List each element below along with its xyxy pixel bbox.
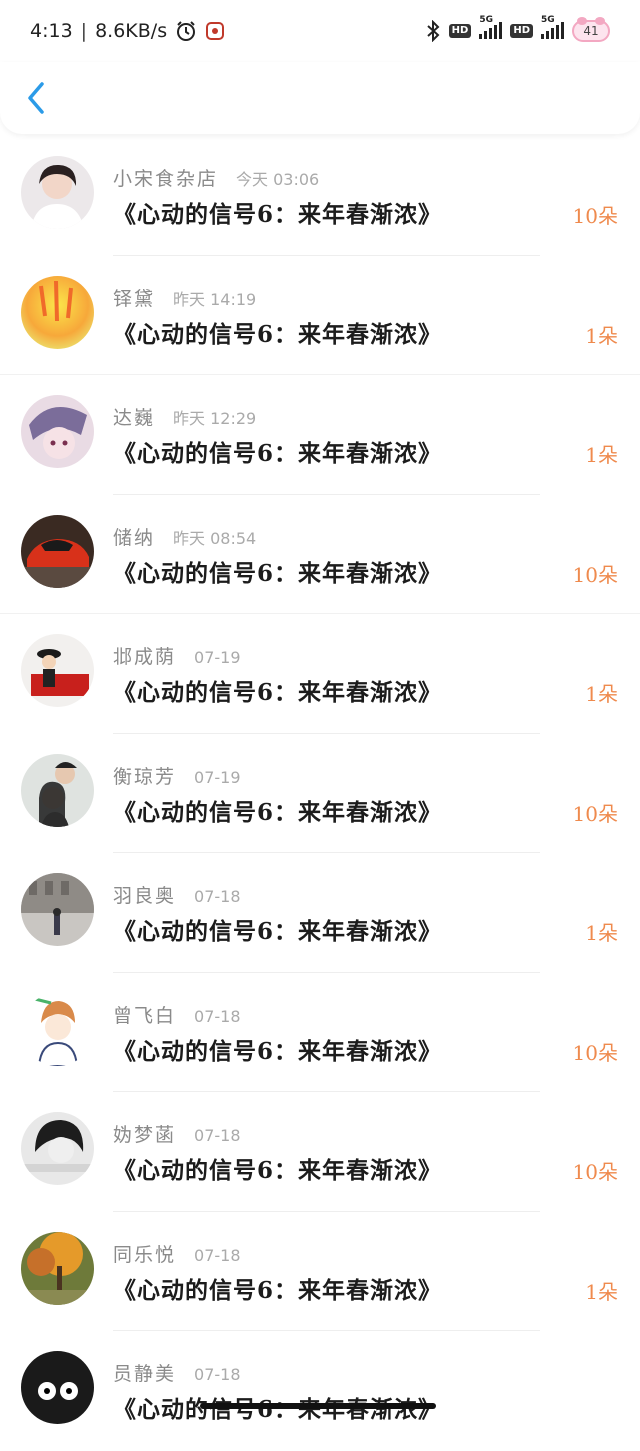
signal-strength-icon: 5G: [479, 15, 503, 39]
gift-record-list: 小宋食杂店 今天 03:06 《心动的信号6：来年春渐浓》 10朵 铎黛 昨天 …: [0, 136, 640, 1451]
timestamp: 07-18: [194, 1365, 241, 1384]
avatar[interactable]: [21, 992, 94, 1066]
status-bar: 4:13 | 8.6KB/s HD 5G HD 5G 41: [0, 0, 640, 62]
sender-name: 储纳: [113, 526, 156, 549]
list-item[interactable]: 邶成荫 07-19 《心动的信号6：来年春渐浓》 1朵: [0, 614, 640, 734]
timestamp: 07-18: [194, 1006, 241, 1026]
sender-line: 衡琼芳 07-19: [113, 762, 241, 789]
hd-badge-2: HD: [510, 24, 533, 38]
show-title: 《心动的信号6：来年春渐浓》: [113, 320, 443, 348]
network-type-label: 5G: [479, 15, 493, 25]
avatar[interactable]: [21, 395, 94, 468]
sender-name: 妫梦菡: [113, 1124, 177, 1146]
sender-line: 小宋食杂店 今天 03:06: [113, 164, 319, 191]
sender-line: 员静美 07-18: [113, 1359, 241, 1386]
list-item[interactable]: 达巍 昨天 12:29 《心动的信号6：来年春渐浓》 1朵: [0, 375, 640, 495]
sender-line: 妫梦菡 07-18: [113, 1120, 241, 1147]
sender-name: 衡琼芳: [113, 765, 177, 788]
avatar[interactable]: [21, 514, 94, 588]
sender-name: 羽良奥: [113, 885, 177, 907]
list-item[interactable]: 小宋食杂店 今天 03:06 《心动的信号6：来年春渐浓》 10朵: [0, 136, 640, 256]
list-item[interactable]: 羽良奥 07-18 《心动的信号6：来年春渐浓》 1朵: [0, 853, 640, 973]
avatar[interactable]: [21, 156, 94, 229]
show-title: 《心动的信号6：来年春渐浓》: [113, 1037, 443, 1065]
back-button[interactable]: [18, 78, 54, 118]
network-type-label-2: 5G: [541, 15, 555, 25]
sender-name: 达巍: [113, 407, 156, 429]
timestamp: 07-18: [194, 1126, 241, 1145]
timestamp: 07-19: [194, 767, 241, 787]
show-title: 《心动的信号6：来年春渐浓》: [113, 918, 443, 945]
sender-line: 邶成荫 07-19: [113, 642, 241, 669]
list-item[interactable]: 储纳 昨天 08:54 《心动的信号6：来年春渐浓》 10朵: [0, 495, 640, 614]
timestamp: 昨天 12:29: [173, 409, 257, 428]
home-indicator[interactable]: [200, 1403, 436, 1409]
sender-line: 达巍 昨天 12:29: [113, 403, 256, 430]
sender-line: 同乐悦 07-18: [113, 1240, 241, 1267]
timestamp: 昨天 08:54: [173, 528, 257, 548]
chevron-left-icon: [28, 82, 44, 114]
flower-count: 10朵: [572, 204, 618, 228]
list-item[interactable]: 曾飞白 07-18 《心动的信号6：来年春渐浓》 10朵: [0, 973, 640, 1092]
list-item[interactable]: 员静美 07-18 《心动的信号6：来年春渐浓》: [0, 1331, 640, 1451]
sender-name: 小宋食杂店: [113, 168, 219, 190]
status-left: 4:13 | 8.6KB/s: [30, 20, 225, 42]
signal-strength-icon-2: 5G: [541, 15, 564, 39]
timestamp: 昨天 14:19: [173, 289, 257, 309]
sender-name: 曾飞白: [113, 1004, 177, 1027]
show-title: 《心动的信号6：来年春渐浓》: [113, 1157, 443, 1184]
list-item[interactable]: 铎黛 昨天 14:19 《心动的信号6：来年春渐浓》 1朵: [0, 256, 640, 375]
sender-name: 铎黛: [113, 287, 156, 310]
status-right: HD 5G HD 5G 41: [425, 15, 610, 42]
avatar[interactable]: [21, 1351, 94, 1424]
flower-count: 10朵: [572, 1040, 618, 1065]
show-title: 《心动的信号6：来年春渐浓》: [113, 440, 443, 467]
show-title: 《心动的信号6：来年春渐浓》: [113, 679, 443, 706]
flower-count: 1朵: [585, 1279, 618, 1304]
show-title: 《心动的信号6：来年春渐浓》: [113, 1276, 443, 1304]
avatar[interactable]: [21, 753, 94, 827]
list-item[interactable]: 衡琼芳 07-19 《心动的信号6：来年春渐浓》 10朵: [0, 734, 640, 853]
top-nav-bar: [0, 62, 640, 134]
app-notification-icon: [206, 22, 225, 40]
hd-badge-1: HD: [448, 24, 472, 38]
timestamp: 07-18: [194, 1245, 241, 1265]
flower-count: 1朵: [585, 682, 618, 706]
bluetooth-icon: [426, 20, 440, 42]
flower-count: 10朵: [572, 1160, 618, 1184]
list-item[interactable]: 妫梦菡 07-18 《心动的信号6：来年春渐浓》 10朵: [0, 1092, 640, 1212]
flower-count: 1朵: [585, 323, 618, 348]
sender-line: 曾飞白 07-18: [113, 1001, 241, 1028]
battery-icon: 41: [572, 17, 610, 42]
network-speed: 8.6KB/s: [95, 20, 168, 42]
avatar[interactable]: [21, 634, 94, 707]
avatar[interactable]: [21, 275, 94, 349]
status-time: 4:13: [30, 20, 73, 42]
list-item[interactable]: 同乐悦 07-18 《心动的信号6：来年春渐浓》 1朵: [0, 1212, 640, 1331]
show-title: 《心动的信号6：来年春渐浓》: [113, 798, 443, 826]
sender-name: 邶成荫: [113, 646, 177, 668]
avatar[interactable]: [21, 873, 94, 946]
timestamp: 07-19: [194, 648, 241, 667]
show-title: 《心动的信号6：来年春渐浓》: [113, 559, 443, 587]
show-title: 《心动的信号6：来年春渐浓》: [113, 201, 443, 228]
avatar[interactable]: [21, 1112, 94, 1185]
battery-level: 41: [583, 24, 599, 38]
flower-count: 1朵: [585, 443, 618, 467]
flower-count: 10朵: [572, 801, 618, 826]
timestamp: 今天 03:06: [236, 170, 320, 189]
sender-name: 同乐悦: [113, 1243, 177, 1266]
flower-count: 1朵: [585, 921, 618, 945]
alarm-clock-icon: [177, 21, 196, 41]
flower-count: 10朵: [572, 562, 618, 587]
avatar[interactable]: [21, 1231, 94, 1305]
sender-name: 员静美: [113, 1363, 177, 1385]
status-separator: |: [80, 20, 88, 42]
timestamp: 07-18: [194, 887, 241, 906]
sender-line: 铎黛 昨天 14:19: [113, 284, 256, 311]
sender-line: 羽良奥 07-18: [113, 881, 241, 908]
sender-line: 储纳 昨天 08:54: [113, 523, 256, 550]
